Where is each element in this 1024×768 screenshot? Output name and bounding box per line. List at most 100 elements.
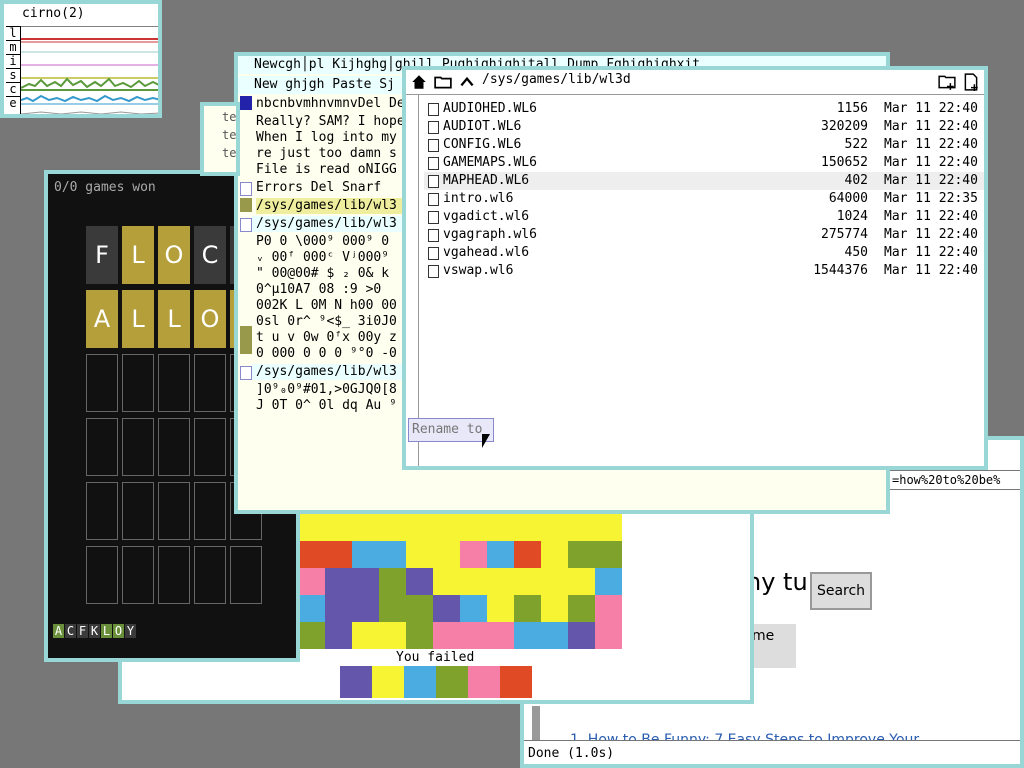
color-swatch[interactable] <box>372 666 404 698</box>
color-cell[interactable] <box>514 568 541 595</box>
color-cell[interactable] <box>460 595 487 622</box>
color-cell[interactable] <box>568 595 595 622</box>
color-cell[interactable] <box>595 541 622 568</box>
color-cell[interactable] <box>352 568 379 595</box>
color-cell[interactable] <box>325 541 352 568</box>
color-cell[interactable] <box>379 622 406 649</box>
color-cell[interactable] <box>379 568 406 595</box>
color-cell[interactable] <box>433 622 460 649</box>
file-row[interactable]: AUDIOT.WL6 320209 Mar 11 22:40 <box>424 118 984 136</box>
window-box[interactable] <box>240 366 252 380</box>
color-cell[interactable] <box>460 541 487 568</box>
color-cell[interactable] <box>433 541 460 568</box>
color-cell[interactable] <box>595 622 622 649</box>
color-cell[interactable] <box>406 622 433 649</box>
color-cell[interactable] <box>325 622 352 649</box>
color-cell[interactable] <box>541 595 568 622</box>
url-field[interactable]: =how%20to%20be% <box>888 470 1020 490</box>
color-cell[interactable] <box>568 541 595 568</box>
binary-line: t u v 0w 0ᶠx 00y z <box>256 330 397 345</box>
text-line: re just too damn s <box>256 146 397 161</box>
window-box[interactable] <box>240 218 252 232</box>
color-cell[interactable] <box>379 514 406 541</box>
scroll-thumb[interactable] <box>240 326 252 354</box>
window-box[interactable] <box>240 182 252 196</box>
color-cell[interactable] <box>379 595 406 622</box>
color-cell[interactable] <box>325 568 352 595</box>
color-cell[interactable] <box>514 595 541 622</box>
color-cell[interactable] <box>460 568 487 595</box>
color-cell[interactable] <box>460 514 487 541</box>
color-cell[interactable] <box>433 514 460 541</box>
color-cell[interactable] <box>298 595 325 622</box>
errors-tag[interactable]: Errors Del Snarf <box>256 180 381 196</box>
color-cell[interactable] <box>460 622 487 649</box>
color-cell[interactable] <box>514 622 541 649</box>
file-name: AUDIOT.WL6 <box>443 119 522 134</box>
folder-icon[interactable] <box>434 73 452 91</box>
color-cell[interactable] <box>541 514 568 541</box>
color-cell[interactable] <box>379 541 406 568</box>
file-row[interactable]: AUDIOHED.WL6 1156 Mar 11 22:40 <box>424 100 984 118</box>
home-icon[interactable] <box>410 73 428 91</box>
new-folder-icon[interactable] <box>938 73 956 91</box>
current-path: /sys/games/lib/wl3d <box>482 72 631 87</box>
color-cell[interactable] <box>298 541 325 568</box>
color-cell[interactable] <box>352 514 379 541</box>
color-cell[interactable] <box>352 541 379 568</box>
color-cell[interactable] <box>406 541 433 568</box>
scroll-bar[interactable] <box>240 198 252 212</box>
color-cell[interactable] <box>487 622 514 649</box>
color-cell[interactable] <box>298 514 325 541</box>
color-cell[interactable] <box>541 568 568 595</box>
color-cell[interactable] <box>406 514 433 541</box>
search-button[interactable]: Search <box>810 572 872 610</box>
file-row[interactable]: intro.wl6 64000 Mar 11 22:35 <box>424 190 984 208</box>
color-cell[interactable] <box>406 595 433 622</box>
color-swatch[interactable] <box>436 666 468 698</box>
color-cell[interactable] <box>514 541 541 568</box>
file-row[interactable]: vswap.wl6 1544376 Mar 11 22:40 <box>424 262 984 280</box>
color-cell[interactable] <box>325 595 352 622</box>
color-cell[interactable] <box>568 514 595 541</box>
color-cell[interactable] <box>568 622 595 649</box>
color-swatch[interactable] <box>404 666 436 698</box>
scroll-indicator[interactable] <box>240 96 252 110</box>
color-cell[interactable] <box>595 568 622 595</box>
color-cell[interactable] <box>541 541 568 568</box>
new-file-icon[interactable] <box>962 73 980 91</box>
color-cell[interactable] <box>352 595 379 622</box>
color-cell[interactable] <box>487 595 514 622</box>
color-cell[interactable] <box>487 514 514 541</box>
wordle-tile <box>122 354 154 412</box>
up-arrow-icon[interactable] <box>458 73 476 91</box>
file-row[interactable]: MAPHEAD.WL6 402 Mar 11 22:40 <box>424 172 984 190</box>
color-cell[interactable] <box>433 595 460 622</box>
strip-text: te <box>222 110 237 124</box>
color-cell[interactable] <box>325 514 352 541</box>
file-row[interactable]: vgagraph.wl6 275774 Mar 11 22:40 <box>424 226 984 244</box>
color-cell[interactable] <box>487 568 514 595</box>
color-cell[interactable] <box>595 514 622 541</box>
color-swatch[interactable] <box>500 666 532 698</box>
color-cell[interactable] <box>595 595 622 622</box>
file-row[interactable]: vgadict.wl6 1024 Mar 11 22:40 <box>424 208 984 226</box>
file-row[interactable]: CONFIG.WL6 522 Mar 11 22:40 <box>424 136 984 154</box>
stats-letters: l m i s c e <box>6 26 20 110</box>
file-row[interactable]: GAMEMAPS.WL6 150652 Mar 11 22:40 <box>424 154 984 172</box>
color-cell[interactable] <box>433 568 460 595</box>
color-cell[interactable] <box>487 541 514 568</box>
color-cell[interactable] <box>352 622 379 649</box>
file-row[interactable]: vgahead.wl6 450 Mar 11 22:40 <box>424 244 984 262</box>
wordle-tile <box>86 418 118 476</box>
color-cell[interactable] <box>568 568 595 595</box>
color-swatch[interactable] <box>340 666 372 698</box>
color-cell[interactable] <box>514 514 541 541</box>
color-cell[interactable] <box>406 568 433 595</box>
file-scrollbar[interactable] <box>406 95 419 466</box>
color-cell[interactable] <box>298 568 325 595</box>
file-date: Mar 11 22:40 <box>884 137 978 152</box>
color-cell[interactable] <box>298 622 325 649</box>
color-swatch[interactable] <box>468 666 500 698</box>
color-cell[interactable] <box>541 622 568 649</box>
